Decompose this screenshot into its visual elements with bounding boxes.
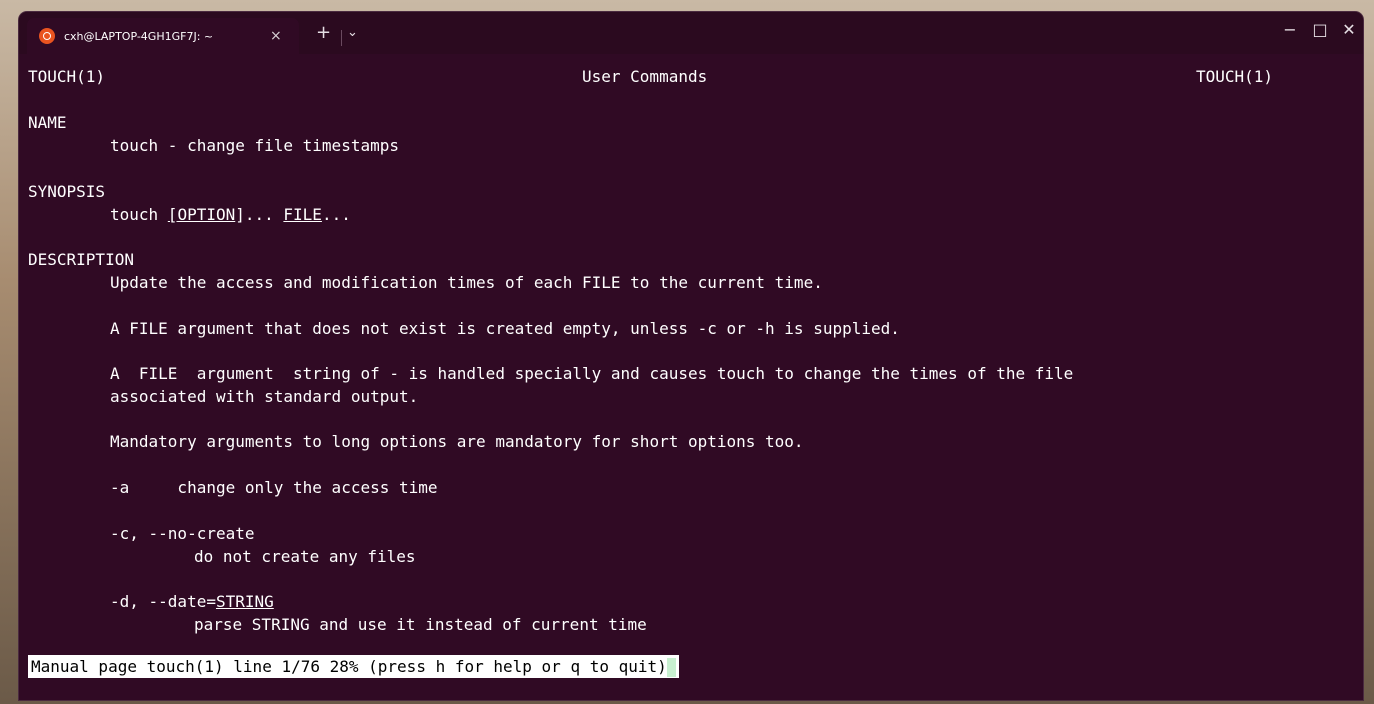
option-d-prefix: -d, --date= [110, 592, 216, 611]
chevron-down-icon[interactable]: ⌄ [347, 25, 358, 40]
option-d-arg: STRING [215, 592, 274, 611]
text-cursor [666, 658, 676, 677]
man-header-left: TOUCH(1) [28, 67, 106, 86]
name-text: touch - change file timestamps [110, 136, 399, 155]
description-para-4: Mandatory arguments to long options are … [110, 432, 804, 451]
man-header-center: User Commands [582, 67, 708, 86]
option-c: -c, --no-create [110, 524, 255, 543]
synopsis-bracket-close: ]... [235, 205, 284, 224]
synopsis-bracket-open: [ [167, 205, 178, 224]
option-a: -a change only the access time [110, 478, 438, 497]
synopsis-tail: ... [321, 205, 351, 224]
ubuntu-icon [39, 28, 55, 44]
terminal-tab[interactable]: cxh@LAPTOP-4GH1GF7J: ~ × [27, 18, 299, 54]
synopsis-option: OPTION [177, 205, 236, 224]
close-button[interactable]: ✕ [1326, 20, 1363, 39]
synopsis-file: FILE [283, 205, 322, 224]
description-para-3b: associated with standard output. [110, 387, 419, 406]
option-d: -d, --date=STRING [110, 590, 274, 613]
name-heading: NAME [28, 113, 67, 132]
terminal-window: cxh@LAPTOP-4GH1GF7J: ~ × + ⌄ − □ ✕ TOUCH… [19, 12, 1363, 700]
man-header-right: TOUCH(1) [1196, 67, 1274, 86]
tab-title: cxh@LAPTOP-4GH1GF7J: ~ [64, 29, 214, 43]
new-tab-button[interactable]: + [316, 22, 331, 43]
tab-separator [341, 30, 342, 46]
tab-close-icon[interactable]: × [270, 28, 282, 44]
title-bar: cxh@LAPTOP-4GH1GF7J: ~ × + ⌄ − □ ✕ [19, 12, 1363, 54]
pager-status-bar: Manual page touch(1) line 1/76 28% (pres… [28, 655, 679, 678]
synopsis-cmd: touch [110, 205, 168, 224]
synopsis-line: touch [OPTION]... FILE... [110, 203, 351, 226]
description-para-1: Update the access and modification times… [110, 273, 823, 292]
description-para-2: A FILE argument that does not exist is c… [110, 319, 900, 338]
option-d-desc: parse STRING and use it instead of curre… [194, 615, 647, 634]
description-heading: DESCRIPTION [28, 250, 134, 269]
synopsis-heading: SYNOPSIS [28, 182, 106, 201]
option-c-desc: do not create any files [194, 547, 416, 566]
description-para-3a: A FILE argument string of - is handled s… [110, 364, 1074, 383]
terminal-content[interactable]: TOUCH(1) User Commands TOUCH(1) NAME tou… [28, 63, 1358, 693]
pager-status-text: Manual page touch(1) line 1/76 28% (pres… [31, 657, 667, 676]
